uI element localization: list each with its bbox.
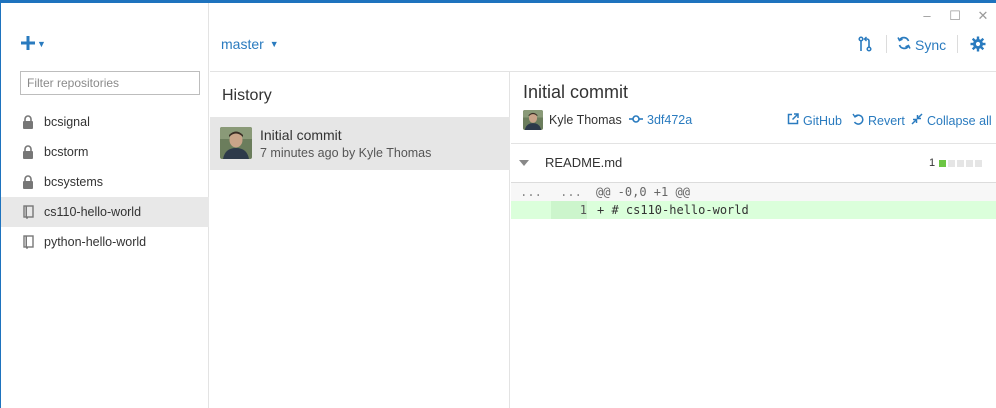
commit-detail-title: Initial commit bbox=[523, 82, 629, 102]
diffstat-neutral-block bbox=[948, 160, 955, 167]
avatar bbox=[523, 110, 543, 130]
avatar bbox=[220, 127, 252, 159]
repo-label: bcsignal bbox=[44, 115, 90, 129]
minimize-button[interactable]: – bbox=[912, 6, 942, 26]
filter-repositories-input[interactable] bbox=[20, 71, 200, 95]
github-label: GitHub bbox=[803, 113, 842, 128]
sync-button[interactable]: Sync bbox=[897, 36, 946, 53]
repo-label: bcstorm bbox=[44, 145, 89, 159]
revert-label: Revert bbox=[868, 113, 905, 128]
sync-icon bbox=[897, 36, 911, 53]
hunk-text: @@ -0,0 +1 @@ bbox=[596, 185, 690, 199]
repo-label: cs110-hello-world bbox=[44, 205, 142, 219]
collapse-triangle-icon[interactable] bbox=[519, 160, 529, 166]
repo-item-bcsystems[interactable]: bcsystems bbox=[1, 167, 209, 197]
branch-selector[interactable]: master ▼ bbox=[221, 36, 279, 52]
history-title: History bbox=[222, 87, 272, 104]
lock-icon bbox=[21, 174, 35, 190]
repo-item-bcstorm[interactable]: bcstorm bbox=[1, 137, 209, 167]
chevron-down-icon: ▼ bbox=[269, 39, 279, 49]
diffstat-added-block bbox=[939, 160, 946, 167]
lock-icon bbox=[21, 144, 35, 160]
diffstat-neutral-block bbox=[957, 160, 964, 167]
expand-right[interactable]: ... bbox=[551, 183, 591, 201]
sync-label: Sync bbox=[915, 36, 947, 53]
commit-detail-panel: Initial commit Kyle Thomas 3df472a GitHu… bbox=[511, 72, 996, 408]
lock-icon bbox=[21, 114, 35, 130]
branch-label: master bbox=[221, 36, 264, 52]
collapse-label: Collapse all bbox=[927, 113, 992, 128]
header-separator bbox=[886, 35, 887, 53]
gear-icon[interactable] bbox=[970, 36, 986, 55]
view-on-github-button[interactable]: GitHub bbox=[787, 113, 842, 128]
repo-label: bcsystems bbox=[44, 175, 104, 189]
new-line-number: 1 bbox=[551, 201, 587, 219]
repo-item-cs110-hello-world[interactable]: cs110-hello-world bbox=[1, 197, 209, 227]
diff-hunk-header: ... ... @@ -0,0 +1 @@ bbox=[511, 183, 996, 201]
pull-request-icon[interactable] bbox=[857, 36, 873, 55]
commit-meta: 7 minutes ago by Kyle Thomas bbox=[260, 146, 432, 160]
file-header[interactable]: README.md 1 bbox=[511, 144, 996, 182]
commit-sha: 3df472a bbox=[647, 113, 693, 127]
external-link-icon bbox=[787, 113, 799, 128]
revert-icon bbox=[852, 113, 864, 128]
commit-author: Kyle Thomas bbox=[549, 113, 622, 127]
commit-list-item[interactable]: Initial commit 7 minutes ago by Kyle Tho… bbox=[210, 117, 510, 170]
additions-count: 1 bbox=[929, 157, 936, 169]
plus-icon bbox=[21, 35, 35, 53]
close-button[interactable]: ✕ bbox=[968, 6, 996, 26]
diffstat-neutral-block bbox=[975, 160, 982, 167]
commit-sha-link[interactable]: 3df472a bbox=[629, 113, 692, 127]
diff-added-line: 1 + # cs110-hello-world bbox=[511, 201, 996, 219]
collapse-all-button[interactable]: Collapse all bbox=[911, 113, 992, 128]
repo-label: python-hello-world bbox=[44, 235, 147, 249]
diff-line-text: + # cs110-hello-world bbox=[597, 203, 749, 217]
history-panel: History Initial commit 7 minutes ago by … bbox=[210, 72, 510, 408]
chevron-down-icon: ▼ bbox=[37, 39, 46, 49]
repo-item-bcsignal[interactable]: bcsignal bbox=[1, 107, 209, 137]
repo-item-python-hello-world[interactable]: python-hello-world bbox=[1, 227, 209, 257]
file-name: README.md bbox=[545, 155, 623, 170]
commit-title: Initial commit bbox=[260, 127, 342, 143]
diffstat-neutral-block bbox=[966, 160, 973, 167]
repo-icon bbox=[21, 204, 35, 220]
add-repository-button[interactable]: ▼ bbox=[21, 35, 46, 53]
revert-button[interactable]: Revert bbox=[852, 113, 905, 128]
maximize-button[interactable]: ☐ bbox=[940, 6, 970, 26]
collapse-icon bbox=[911, 113, 923, 128]
repo-icon bbox=[21, 234, 35, 250]
commit-icon bbox=[629, 113, 643, 127]
sidebar: ▼ bcsignal bcstorm bcsystems cs110-hello… bbox=[1, 3, 209, 408]
expand-left[interactable]: ... bbox=[511, 183, 551, 201]
header-separator bbox=[957, 35, 958, 53]
